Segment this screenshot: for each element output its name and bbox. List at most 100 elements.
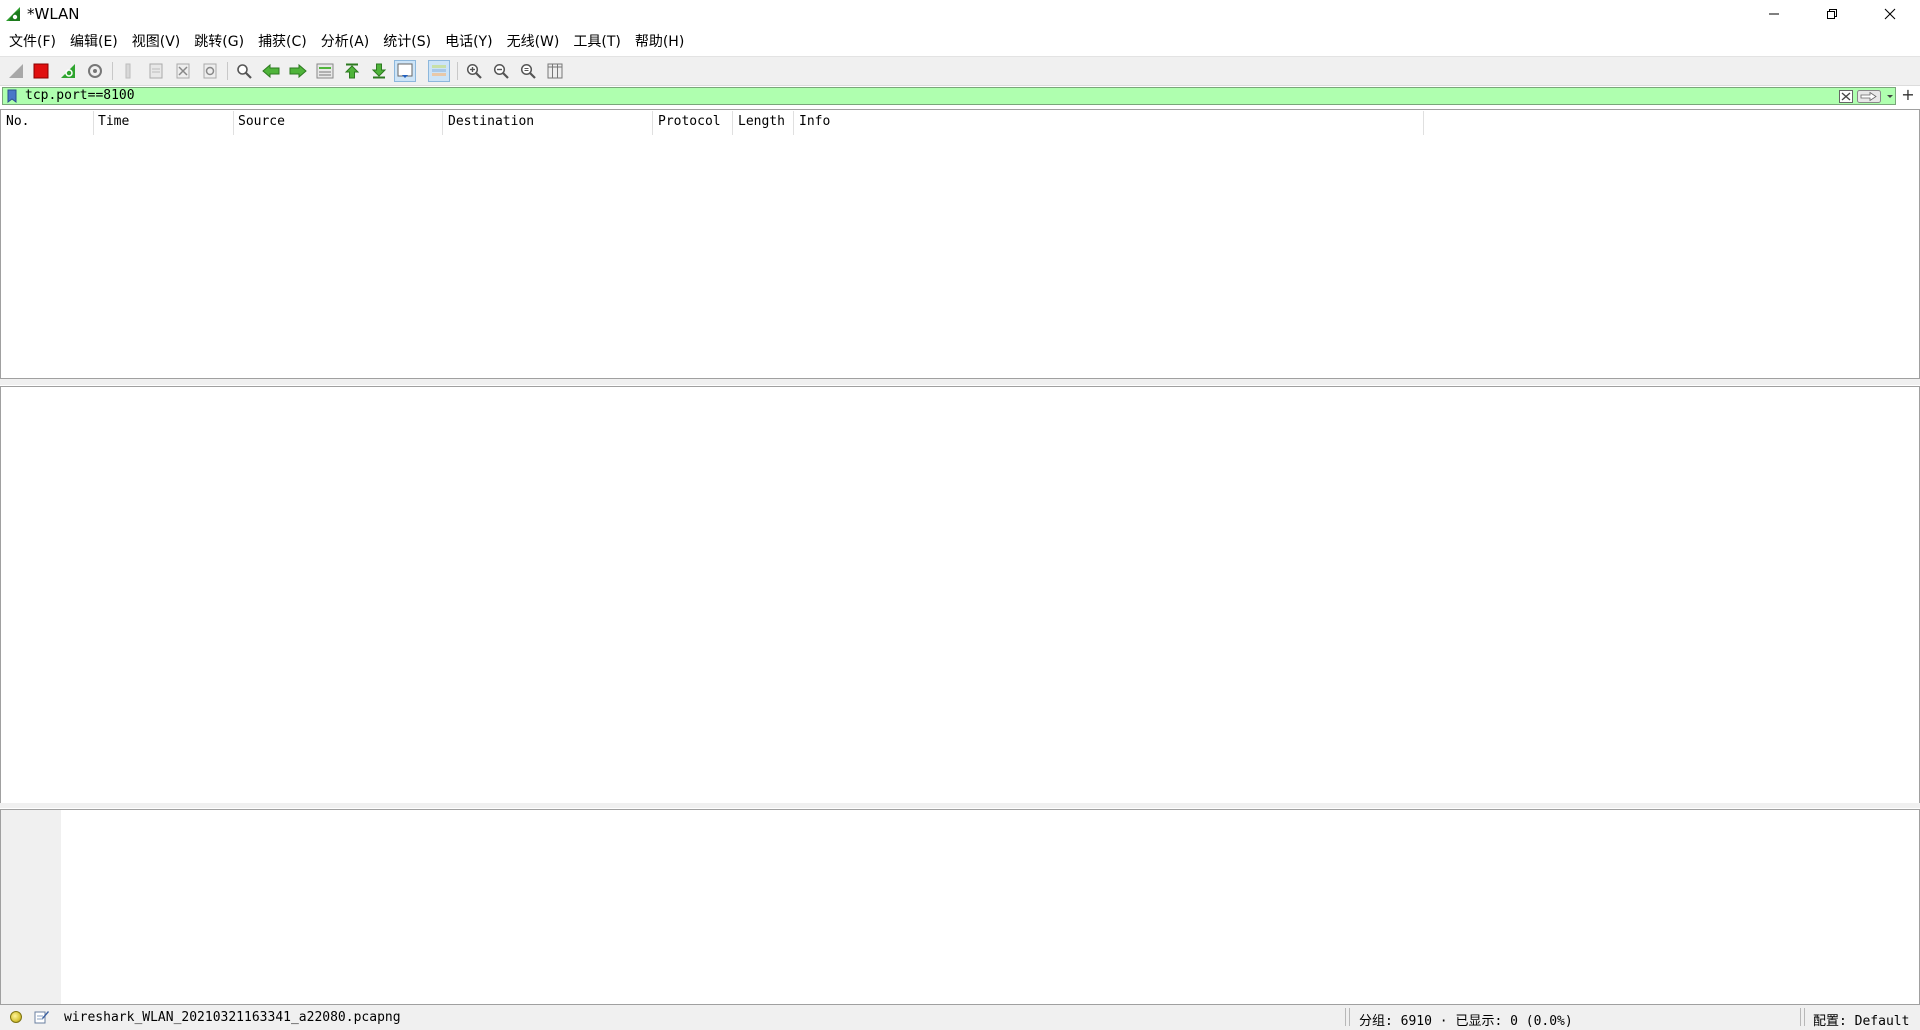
go-first-packet-button[interactable]: [341, 60, 363, 82]
minimize-button[interactable]: [1745, 0, 1803, 28]
capture-comment-icon[interactable]: [34, 1009, 49, 1024]
menu-view[interactable]: 视图(V): [125, 31, 188, 53]
toolbar-separator: [457, 62, 458, 80]
packet-list-pane[interactable]: No. Time Source Destination Protocol Len…: [0, 109, 1920, 379]
menu-bar: 文件(F) 编辑(E) 视图(V) 跳转(G) 捕获(C) 分析(A) 统计(S…: [0, 31, 1920, 53]
zoom-in-icon: [466, 63, 482, 79]
column-separator[interactable]: [93, 111, 94, 135]
capture-options-button[interactable]: [84, 60, 106, 82]
reload-file-icon: [203, 63, 217, 79]
bookmark-icon[interactable]: [6, 89, 18, 103]
go-to-packet-icon: [316, 63, 334, 79]
go-to-packet-button[interactable]: [314, 60, 336, 82]
toolbar-separator: [112, 62, 113, 80]
menu-help[interactable]: 帮助(H): [628, 31, 691, 53]
apply-filter-icon[interactable]: [1857, 90, 1881, 103]
status-bar: wireshark_WLAN_20210321163341_a22080.pca…: [0, 1005, 1920, 1030]
packet-bytes-pane[interactable]: [0, 809, 1920, 1005]
column-header-time[interactable]: Time: [98, 114, 129, 129]
go-back-icon: [262, 63, 280, 79]
capture-file-name: wireshark_WLAN_20210321163341_a22080.pca…: [64, 1010, 401, 1025]
zoom-out-button[interactable]: [490, 60, 512, 82]
window-title: *WLAN: [27, 5, 80, 23]
resize-columns-button[interactable]: [544, 60, 566, 82]
restore-icon: [1827, 9, 1837, 19]
close-window-button[interactable]: [1861, 0, 1919, 28]
profile-status[interactable]: 配置: Default: [1813, 1010, 1909, 1029]
restart-capture-icon: [61, 64, 75, 78]
column-header-length[interactable]: Length: [738, 114, 785, 129]
save-file-icon: [149, 63, 163, 79]
column-header-source[interactable]: Source: [238, 114, 285, 129]
column-header-destination[interactable]: Destination: [448, 114, 534, 129]
restart-capture-button[interactable]: [57, 60, 79, 82]
display-filter-input[interactable]: [25, 88, 1825, 104]
column-separator[interactable]: [233, 111, 234, 135]
stop-capture-icon: [33, 63, 49, 79]
open-file-button[interactable]: [117, 60, 139, 82]
open-file-icon: [125, 63, 131, 79]
zoom-in-button[interactable]: [463, 60, 485, 82]
menu-edit[interactable]: 编辑(E): [63, 31, 125, 53]
normal-size-button[interactable]: [517, 60, 539, 82]
expert-info-icon[interactable]: [10, 1011, 22, 1023]
display-filter-field: [2, 87, 1896, 105]
packet-details-pane[interactable]: [0, 386, 1920, 804]
menu-analyze[interactable]: 分析(A): [314, 31, 377, 53]
go-last-packet-icon: [371, 63, 387, 79]
reload-file-button[interactable]: [199, 60, 221, 82]
resize-columns-icon: [547, 63, 563, 79]
column-separator[interactable]: [1423, 111, 1424, 135]
start-capture-button[interactable]: [5, 60, 27, 82]
column-separator[interactable]: [793, 111, 794, 135]
colorize-icon: [432, 65, 446, 76]
pane-splitter[interactable]: [0, 803, 1920, 808]
go-forward-icon: [289, 63, 307, 79]
zoom-out-icon: [493, 63, 509, 79]
column-separator[interactable]: [652, 111, 653, 135]
go-last-packet-button[interactable]: [368, 60, 390, 82]
filter-dropdown-icon[interactable]: [1885, 90, 1895, 102]
add-filter-button[interactable]: +: [1899, 86, 1917, 104]
menu-capture[interactable]: 捕获(C): [251, 31, 314, 53]
find-packet-icon: [237, 64, 252, 79]
menu-file[interactable]: 文件(F): [2, 31, 63, 53]
main-toolbar: [0, 56, 1920, 86]
minimize-icon: [1769, 13, 1779, 15]
close-icon: [1884, 8, 1896, 20]
column-header-info[interactable]: Info: [799, 114, 830, 129]
menu-tools[interactable]: 工具(T): [566, 31, 627, 53]
status-separator[interactable]: [1800, 1008, 1805, 1026]
close-file-button[interactable]: [172, 60, 194, 82]
wireshark-logo-icon: [6, 7, 20, 21]
column-header-no[interactable]: No.: [6, 114, 29, 129]
capture-options-icon: [88, 64, 102, 78]
restore-button[interactable]: [1803, 0, 1861, 28]
display-filter-bar: +: [0, 86, 1920, 106]
column-header-protocol[interactable]: Protocol: [658, 114, 721, 129]
pane-splitter[interactable]: [0, 379, 1920, 385]
auto-scroll-icon: [397, 63, 413, 78]
title-bar: *WLAN: [0, 0, 1920, 28]
packet-count-status: 分组: 6910 · 已显示: 0 (0.0%): [1359, 1014, 1573, 1029]
go-first-packet-icon: [344, 63, 360, 79]
menu-go[interactable]: 跳转(G): [187, 31, 251, 53]
stop-capture-button[interactable]: [30, 60, 52, 82]
auto-scroll-button[interactable]: [394, 60, 416, 82]
normal-size-icon: [520, 63, 536, 79]
start-capture-icon: [9, 64, 23, 78]
menu-statistics[interactable]: 统计(S): [376, 31, 438, 53]
save-file-button[interactable]: [145, 60, 167, 82]
toolbar-separator: [227, 62, 228, 80]
status-separator[interactable]: [1345, 1008, 1350, 1026]
column-separator[interactable]: [732, 111, 733, 135]
go-forward-button[interactable]: [287, 60, 309, 82]
column-separator[interactable]: [442, 111, 443, 135]
colorize-button[interactable]: [428, 60, 450, 82]
go-back-button[interactable]: [260, 60, 282, 82]
menu-telephony[interactable]: 电话(Y): [438, 31, 499, 53]
clear-filter-icon[interactable]: [1839, 90, 1853, 103]
menu-wireless[interactable]: 无线(W): [500, 31, 567, 53]
find-packet-button[interactable]: [233, 60, 255, 82]
close-file-icon: [176, 63, 190, 79]
